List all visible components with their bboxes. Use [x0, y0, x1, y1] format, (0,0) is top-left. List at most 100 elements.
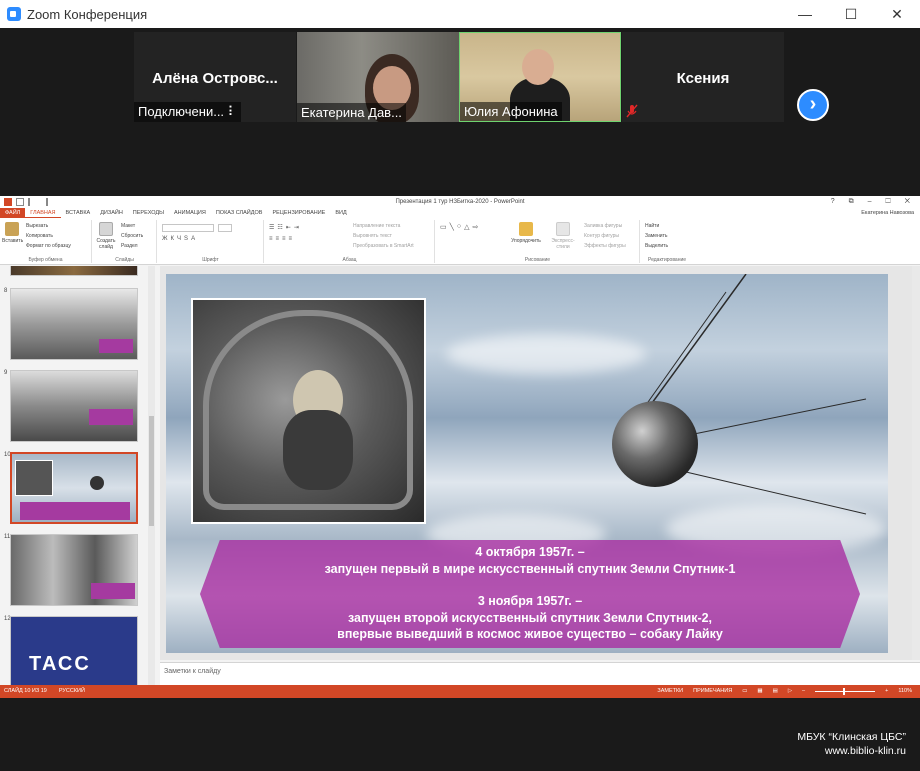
slide-number: 8	[4, 288, 8, 294]
shape-outline-button[interactable]: Контур фигуры	[584, 233, 619, 239]
tab-view[interactable]: ВИД	[330, 208, 351, 218]
shape-effects-button[interactable]: Эффекты фигуры	[584, 243, 626, 249]
ppt-window-controls[interactable]: ? ⧉ – ☐ ✕	[831, 198, 916, 206]
bullets-icon[interactable]: ☰	[269, 224, 274, 231]
slideshow-view-icon[interactable]: ▷	[788, 688, 792, 694]
reset-button[interactable]: Сбросить	[121, 233, 143, 239]
font-family-select[interactable]	[162, 224, 214, 232]
slide-thumbnail[interactable]	[10, 266, 138, 276]
strike-icon[interactable]: S	[184, 236, 188, 242]
current-slide[interactable]: 4 октября 1957г. – запущен первый в мире…	[166, 274, 888, 653]
thumb-tass-logo: ТАСС	[29, 653, 91, 675]
slide-counter: СЛАЙД 10 ИЗ 19	[4, 688, 47, 694]
reading-view-icon[interactable]: ▤	[773, 688, 778, 694]
ribbon-group-clipboard: Вставить Вырезать Копировать Формат по о…	[0, 220, 92, 263]
tab-home[interactable]: ГЛАВНАЯ	[25, 208, 61, 218]
outdent-icon[interactable]: ⇥	[294, 224, 299, 231]
editor-scrollbar[interactable]	[912, 266, 920, 660]
slide-thumbnail[interactable]: ТАСС	[10, 616, 138, 685]
align-right-icon[interactable]: ≡	[282, 236, 286, 242]
thumb-caption	[89, 409, 133, 425]
participant-video-tile-active[interactable]: Юлия Афонина	[459, 32, 621, 122]
ribbon-group-font: ЖКЧSА Шрифт	[158, 220, 264, 263]
underline-icon[interactable]: Ч	[177, 236, 181, 242]
normal-view-icon[interactable]: ▭	[742, 688, 747, 694]
zoom-in-icon[interactable]: +	[885, 688, 888, 694]
paste-button[interactable]: Вставить	[2, 222, 23, 244]
oval-shape-icon[interactable]: ○	[457, 223, 461, 231]
sorter-view-icon[interactable]: ▦	[757, 688, 762, 694]
arrow-shape-icon[interactable]: ⇨	[472, 223, 478, 231]
text-direction-button[interactable]: Направление текста	[353, 223, 400, 229]
shape-fill-button[interactable]: Заливка фигуры	[584, 223, 622, 229]
indent-icon[interactable]: ⇤	[286, 224, 291, 231]
tab-file[interactable]: ФАЙЛ	[0, 208, 26, 218]
smartart-button[interactable]: Преобразовать в SmartArt	[353, 243, 414, 249]
layout-button[interactable]: Макет	[121, 223, 135, 229]
slide-thumbnail[interactable]	[10, 288, 138, 360]
numbering-icon[interactable]: ☷	[277, 224, 282, 231]
caption-text: 4 октября 1957г. – запущен первый в мире…	[200, 544, 860, 643]
notes-pane[interactable]: Заметки к слайду	[160, 662, 920, 685]
slide-thumbnail-selected[interactable]	[10, 452, 138, 524]
notes-toggle[interactable]: ЗАМЕТКИ	[657, 688, 683, 694]
format-painter-button[interactable]: Формат по образцу	[26, 243, 71, 249]
shapes-gallery[interactable]: ▭ ╲ ○ △ ⇨	[440, 223, 478, 231]
zoom-level[interactable]: 110%	[898, 688, 912, 694]
tab-design[interactable]: ДИЗАЙН	[95, 208, 128, 218]
bold-icon[interactable]: Ж	[162, 236, 168, 242]
line-shape-icon[interactable]: ╲	[450, 223, 454, 231]
maximize-button[interactable]: ☐	[828, 0, 874, 28]
align-left-icon[interactable]: ≡	[269, 236, 273, 242]
language-indicator[interactable]: РУССКИЙ	[59, 688, 85, 694]
group-label: Буфер обмена	[28, 257, 63, 263]
new-slide-button[interactable]: Создать слайд	[95, 222, 117, 250]
section-button[interactable]: Раздел	[121, 243, 138, 249]
tab-review[interactable]: РЕЦЕНЗИРОВАНИЕ	[267, 208, 330, 218]
slide-thumbnail[interactable]	[10, 370, 138, 442]
find-button[interactable]: Найти	[645, 223, 659, 229]
watermark-org: МБУК “Клинская ЦБС”	[797, 731, 906, 743]
zoom-out-icon[interactable]: –	[802, 688, 805, 694]
participant-name: Алёна Островс...	[152, 70, 278, 87]
italic-icon[interactable]: К	[171, 236, 175, 242]
ribbon-group-paragraph: ☰ ☷ ⇤ ⇥ ≡ ≡ ≡ ≡ Направление текста Выровнять т…	[265, 220, 435, 263]
replace-button[interactable]: Заменить	[645, 233, 667, 239]
tab-slideshow[interactable]: ПОКАЗ СЛАЙДОВ	[211, 208, 268, 218]
arrange-button[interactable]: Упорядочить	[508, 222, 544, 244]
copy-button[interactable]: Копировать	[26, 233, 53, 239]
participant-tile[interactable]: Алёна Островс... Подключени... ⠇	[134, 32, 296, 122]
font-format-buttons[interactable]: ЖКЧSА	[162, 236, 195, 242]
scroll-thumb[interactable]	[149, 416, 154, 526]
align-text-button[interactable]: Выровнять текст	[353, 233, 392, 239]
font-size-select[interactable]	[218, 224, 232, 232]
align-center-icon[interactable]: ≡	[276, 236, 280, 242]
zoom-title-bar: Zoom Конференция — ☐ ✕	[0, 0, 920, 28]
cut-button[interactable]: Вырезать	[26, 223, 48, 229]
close-button[interactable]: ✕	[874, 0, 920, 28]
group-label: Шрифт	[202, 257, 219, 263]
tab-animation[interactable]: АНИМАЦИЯ	[169, 208, 211, 218]
tab-transitions[interactable]: ПЕРЕХОДЫ	[128, 208, 169, 218]
rect-shape-icon[interactable]: ▭	[440, 223, 447, 231]
arrange-icon	[519, 222, 533, 236]
next-page-button[interactable]: ›	[797, 89, 829, 121]
minimize-button[interactable]: —	[782, 0, 828, 28]
justify-icon[interactable]: ≡	[289, 236, 293, 242]
thumbnails-scrollbar[interactable]	[148, 266, 155, 685]
zoom-slider[interactable]	[815, 687, 876, 695]
list-buttons[interactable]: ☰ ☷ ⇤ ⇥	[269, 224, 299, 231]
slide-number: 9	[4, 370, 8, 376]
quick-styles-button[interactable]: Экспресс-стили	[546, 222, 580, 250]
align-buttons[interactable]: ≡ ≡ ≡ ≡	[269, 236, 292, 242]
font-color-icon[interactable]: А	[191, 236, 195, 242]
participant-video-tile[interactable]: Екатерина Дав...	[297, 32, 459, 122]
slide-thumbnail[interactable]	[10, 534, 138, 606]
select-button[interactable]: Выделить	[645, 243, 668, 249]
tab-insert[interactable]: ВСТАВКА	[61, 208, 96, 218]
participant-tile[interactable]: Ксения	[622, 32, 784, 122]
participant-name: Ксения	[676, 70, 730, 87]
triangle-shape-icon[interactable]: △	[464, 223, 469, 231]
comments-toggle[interactable]: ПРИМЕЧАНИЯ	[693, 688, 732, 694]
user-name[interactable]: Екатерина Навозова	[861, 210, 914, 216]
